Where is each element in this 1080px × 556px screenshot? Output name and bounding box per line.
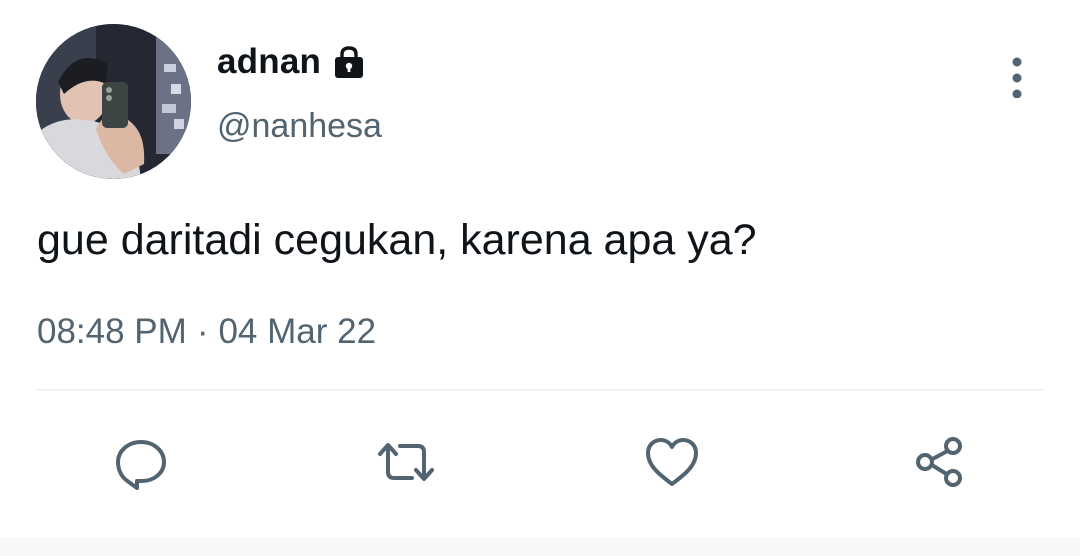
retweet-button[interactable] — [368, 424, 444, 500]
tweet-text: gue daritadi cegukan, karena apa ya? — [37, 216, 757, 264]
bottom-edge — [0, 538, 1080, 556]
tweet-date[interactable]: 04 Mar 22 — [218, 312, 376, 351]
tweet-time[interactable]: 08:48 PM — [37, 312, 187, 351]
share-icon — [916, 437, 962, 487]
retweet-icon — [378, 443, 434, 481]
lock-icon — [331, 44, 367, 80]
like-button[interactable] — [634, 424, 710, 500]
more-vertical-icon — [1012, 57, 1022, 98]
action-bar — [0, 424, 1080, 500]
reply-icon — [116, 440, 166, 490]
like-icon — [646, 438, 698, 486]
profile-photo — [36, 24, 191, 179]
reply-button[interactable] — [103, 424, 179, 500]
tweet-timestamp: 08:48 PM · 04 Mar 22 — [37, 312, 376, 352]
share-button[interactable] — [901, 424, 977, 500]
display-name[interactable]: adnan — [217, 42, 321, 82]
more-options-button[interactable] — [996, 50, 1038, 102]
avatar[interactable] — [36, 24, 191, 179]
divider — [37, 389, 1043, 391]
author-name-row: adnan — [217, 39, 367, 85]
handle[interactable]: @nanhesa — [217, 107, 382, 146]
meta-separator: · — [196, 312, 209, 351]
